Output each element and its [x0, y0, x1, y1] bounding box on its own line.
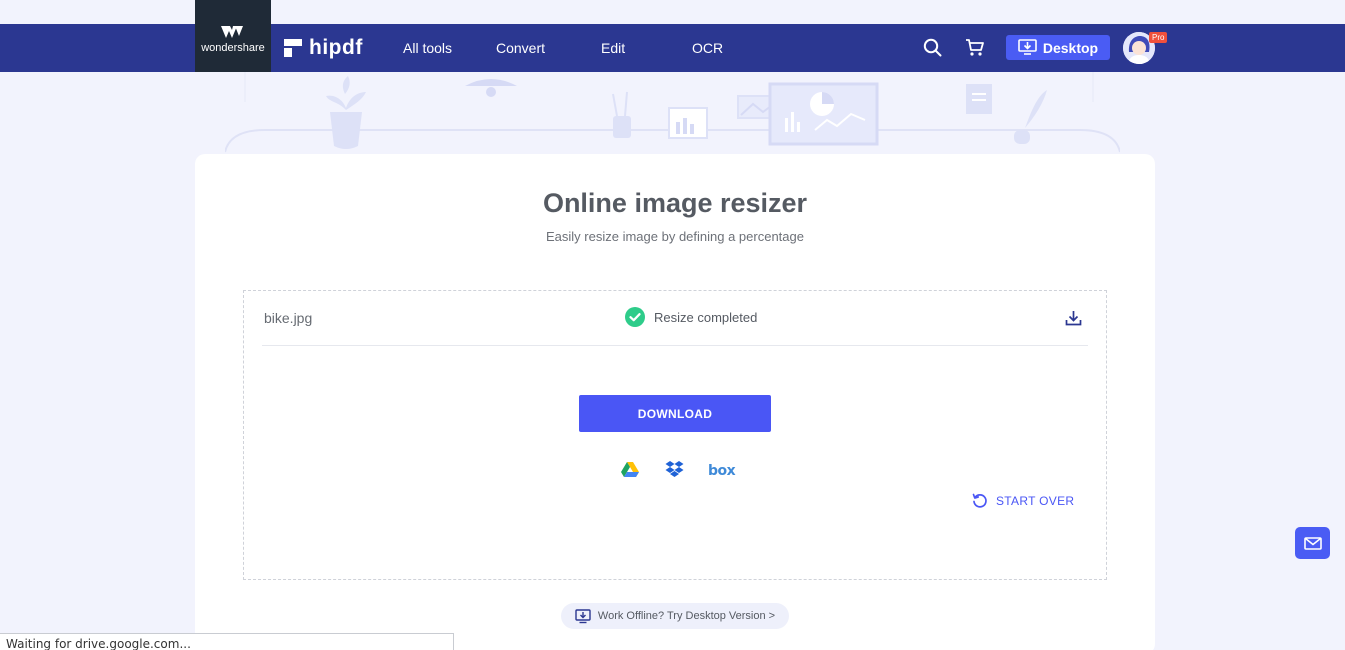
main-card: Online image resizer Easily resize image… [195, 154, 1155, 650]
box-icon[interactable]: box [708, 463, 736, 479]
start-over-label: START OVER [996, 494, 1075, 508]
hipdf-wordmark: hipdf [309, 36, 363, 59]
offline-link-label: Work Offline? Try Desktop Version > [597, 610, 776, 622]
pro-badge: Pro [1149, 32, 1168, 43]
desktop-button[interactable]: Desktop [1006, 35, 1110, 60]
hipdf-mark-icon [284, 39, 302, 57]
download-button[interactable]: DOWNLOAD [579, 395, 771, 432]
restart-icon [972, 493, 987, 508]
download-icon[interactable] [1065, 310, 1082, 326]
dropbox-icon[interactable] [665, 461, 684, 478]
nav-ocr[interactable]: OCR [692, 40, 723, 56]
status-indicator: Resize completed [625, 307, 757, 327]
check-circle-icon [625, 307, 645, 327]
desktop-download-icon [575, 608, 591, 623]
nav-edit[interactable]: Edit [601, 40, 625, 56]
result-panel: bike.jpg Resize completed DOWNLOAD box S… [243, 290, 1107, 580]
page-title: Online image resizer [542, 188, 808, 218]
file-name: bike.jpg [264, 310, 313, 326]
offline-desktop-link[interactable]: Work Offline? Try Desktop Version > [561, 603, 789, 629]
browser-status-bar: Waiting for drive.google.com... [0, 633, 454, 650]
hipdf-logo[interactable]: hipdf [284, 24, 363, 72]
search-icon[interactable] [923, 38, 942, 57]
nav-convert[interactable]: Convert [496, 40, 545, 56]
desktop-download-icon [1018, 39, 1037, 55]
page-subtitle: Easily resize image by defining a percen… [546, 229, 804, 244]
start-over-button[interactable]: START OVER [972, 493, 1074, 509]
status-text: Resize completed [654, 309, 758, 325]
wondershare-icon [221, 25, 243, 38]
contact-mail-button[interactable] [1295, 527, 1330, 559]
mail-icon [1303, 536, 1322, 550]
cart-icon[interactable] [965, 38, 985, 57]
wondershare-logo[interactable]: wondershare [195, 0, 271, 72]
nav-all-tools[interactable]: All tools [403, 40, 452, 56]
google-drive-icon[interactable] [621, 461, 639, 477]
file-row: bike.jpg Resize completed [262, 291, 1088, 346]
wondershare-label: wondershare [201, 41, 265, 54]
desktop-button-label: Desktop [1042, 39, 1099, 56]
header-illustration [225, 72, 1120, 153]
